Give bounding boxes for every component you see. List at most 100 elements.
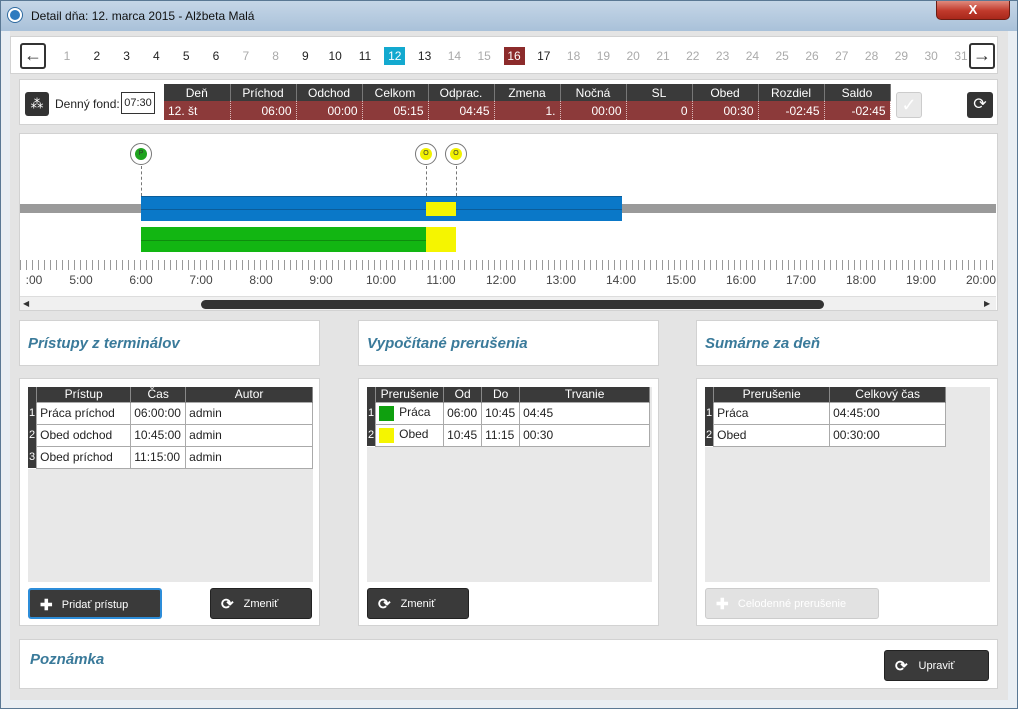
day-20[interactable]: 20 xyxy=(623,47,643,65)
summary-col-1: Príchod xyxy=(230,84,297,101)
summary-value-4: 04:45 xyxy=(428,101,495,120)
timeline-scrollbar[interactable]: ◀ ▶ xyxy=(20,296,996,310)
add-access-button[interactable]: ✚ Pridať prístup xyxy=(28,588,162,619)
next-month-button[interactable]: → xyxy=(969,43,995,69)
day-3[interactable]: 3 xyxy=(117,47,137,65)
day-4[interactable]: 4 xyxy=(146,47,166,65)
day-28[interactable]: 28 xyxy=(862,47,882,65)
timeline-tick-label: 17:00 xyxy=(785,273,817,287)
summary-col-6: Nočná xyxy=(560,84,627,101)
lunch-out-marker[interactable]: O xyxy=(415,143,437,165)
daily-grid: Prerušenie Celkový čas 1 Práca 04:45:00 … xyxy=(705,387,990,582)
col-break[interactable]: Prerušenie xyxy=(713,387,831,402)
col-from[interactable]: Od xyxy=(443,387,483,402)
day-25[interactable]: 25 xyxy=(772,47,792,65)
summary-col-9: Rozdiel xyxy=(758,84,825,101)
change-breaks-button[interactable]: ⟳ Zmeniť xyxy=(367,588,469,619)
day-6[interactable]: 6 xyxy=(206,47,226,65)
day-12[interactable]: 12 xyxy=(384,47,406,65)
table-row[interactable]: 3 Obed príchod 11:15:00 admin xyxy=(28,445,313,469)
timeline-tick-label: 12:00 xyxy=(485,273,517,287)
app-icon xyxy=(8,8,22,22)
timeline-tick-label: 16:00 xyxy=(725,273,757,287)
day-29[interactable]: 29 xyxy=(891,47,911,65)
close-button[interactable]: X xyxy=(936,1,1010,20)
daily-title: Sumárne za deň xyxy=(705,335,821,352)
day-10[interactable]: 10 xyxy=(325,47,345,65)
day-1[interactable]: 1 xyxy=(57,47,77,65)
col-break[interactable]: Prerušenie xyxy=(375,387,445,402)
scroll-left-icon[interactable]: ◀ xyxy=(23,299,29,308)
refresh-icon: ⟳ xyxy=(221,596,234,613)
day-19[interactable]: 19 xyxy=(593,47,613,65)
day-5[interactable]: 5 xyxy=(176,47,196,65)
day-23[interactable]: 23 xyxy=(713,47,733,65)
table-row[interactable]: 2 Obed 10:45 11:15 00:30 xyxy=(367,423,651,447)
col-total[interactable]: Celkový čas xyxy=(829,387,947,402)
day-7[interactable]: 7 xyxy=(236,47,256,65)
work-color-swatch xyxy=(379,405,395,421)
fund-value[interactable]: 07:30 xyxy=(121,92,155,114)
breaks-header: Vypočítané prerušenia xyxy=(358,320,659,366)
table-row[interactable]: 2 Obed odchod 10:45:00 admin xyxy=(28,423,313,447)
refresh-button[interactable]: ⟳ xyxy=(967,92,993,118)
col-to[interactable]: Do xyxy=(481,387,521,402)
day-14[interactable]: 14 xyxy=(444,47,464,65)
change-access-button[interactable]: ⟳ Zmeniť xyxy=(210,588,312,619)
lunch-in-marker[interactable]: O xyxy=(445,143,467,165)
daily-panel: Prerušenie Celkový čas 1 Práca 04:45:00 … xyxy=(696,378,998,626)
fullday-break-button[interactable]: ✚ Celodenné prerušenie xyxy=(705,588,879,619)
day-13[interactable]: 13 xyxy=(415,47,435,65)
col-access[interactable]: Prístup xyxy=(36,387,132,402)
refresh-icon: ⟳ xyxy=(973,96,987,113)
refresh-icon: ⟳ xyxy=(895,658,908,675)
arrow-left-icon: ← xyxy=(24,45,42,65)
day-11[interactable]: 11 xyxy=(355,47,375,65)
daily-table: Prerušenie Celkový čas 1 Práca 04:45:00 … xyxy=(705,387,947,447)
day-2[interactable]: 2 xyxy=(87,47,107,65)
day-18[interactable]: 18 xyxy=(564,47,584,65)
arrow-right-icon: → xyxy=(973,45,991,65)
table-row[interactable]: 1 Práca príchod 06:00:00 admin xyxy=(28,401,313,425)
day-9[interactable]: 9 xyxy=(295,47,315,65)
day-24[interactable]: 24 xyxy=(742,47,762,65)
edit-note-button[interactable]: ⟳ Upraviť xyxy=(884,650,989,681)
timeline-tick-label: 13:00 xyxy=(545,273,577,287)
day-22[interactable]: 22 xyxy=(683,47,703,65)
day-31[interactable]: 31 xyxy=(951,47,971,65)
col-duration[interactable]: Trvanie xyxy=(519,387,651,402)
lunch-in-marker-line xyxy=(456,166,457,196)
confirm-button[interactable]: ✓ xyxy=(896,92,922,118)
work-bar-divider xyxy=(141,209,622,210)
summary-value-0: 12. št xyxy=(164,101,231,120)
day-30[interactable]: 30 xyxy=(921,47,941,65)
day-17[interactable]: 17 xyxy=(534,47,554,65)
summary-value-10: -02:45 xyxy=(824,101,891,120)
note-panel: Poznámka ⟳ Upraviť xyxy=(19,639,998,689)
lunch-in-marker-dot: O xyxy=(450,148,462,160)
table-row[interactable]: 2 Obed 00:30:00 xyxy=(705,423,947,447)
summary-col-0: Deň xyxy=(164,84,231,101)
arrival-marker[interactable]: P xyxy=(130,143,152,165)
table-row[interactable]: 1 Práca 06:00 10:45 04:45 xyxy=(367,401,651,425)
timeline[interactable]: P O O :00 5:00 6:00 7:00 8:00 9:00 10:00 11:00 1… xyxy=(19,133,998,311)
summary-col-10: Saldo xyxy=(824,84,891,101)
scrollbar-thumb[interactable] xyxy=(201,300,824,309)
day-8[interactable]: 8 xyxy=(266,47,286,65)
plus-icon: ✚ xyxy=(716,596,729,613)
scroll-right-icon[interactable]: ▶ xyxy=(984,299,990,308)
summary-col-2: Odchod xyxy=(296,84,363,101)
day-27[interactable]: 27 xyxy=(832,47,852,65)
day-26[interactable]: 26 xyxy=(802,47,822,65)
col-time[interactable]: Čas xyxy=(130,387,187,402)
col-author[interactable]: Autor xyxy=(185,387,313,402)
network-icon[interactable]: ⁂ xyxy=(25,92,49,116)
day-21[interactable]: 21 xyxy=(653,47,673,65)
day-15[interactable]: 15 xyxy=(474,47,494,65)
prev-month-button[interactable]: ← xyxy=(20,43,46,69)
day-16[interactable]: 16 xyxy=(503,47,525,65)
table-row[interactable]: 1 Práca 04:45:00 xyxy=(705,401,947,425)
fund-label: Denný fond: xyxy=(55,97,120,111)
timeline-ticks xyxy=(20,260,996,270)
summary-value-6: 00:00 xyxy=(560,101,627,120)
